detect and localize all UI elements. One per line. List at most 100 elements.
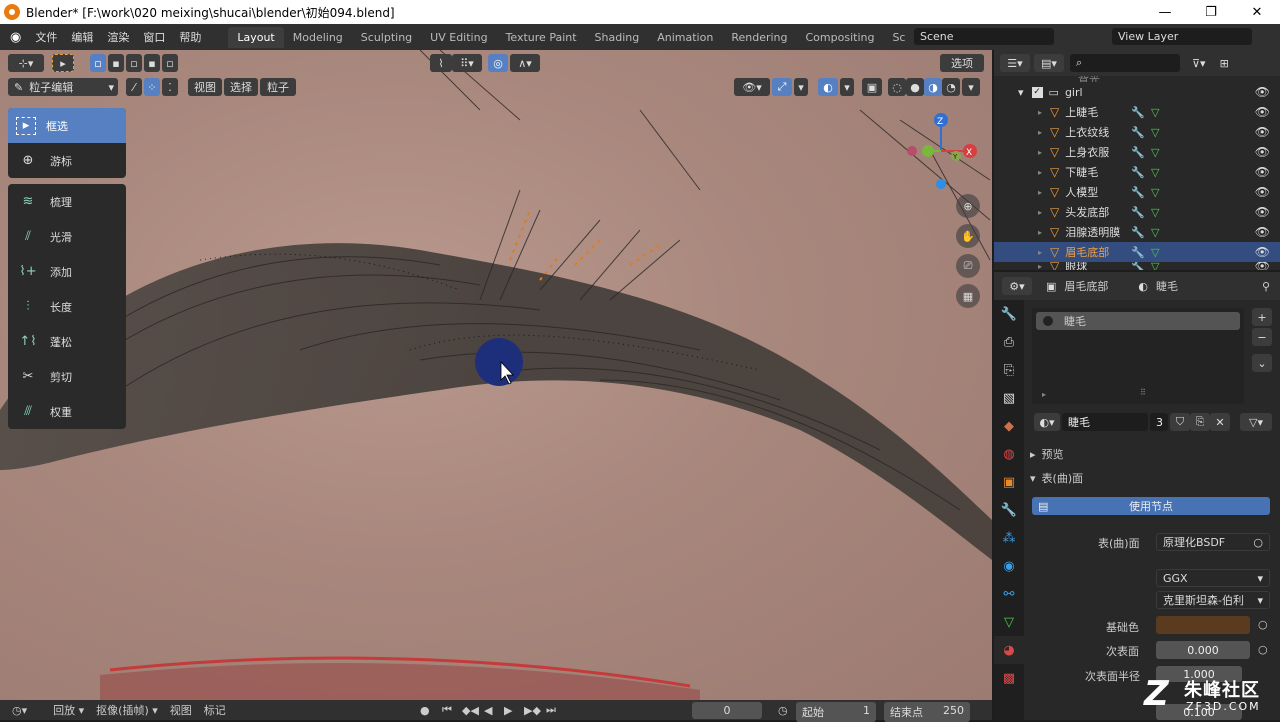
mesh-data-icon[interactable]: ▽: [1151, 246, 1159, 259]
options-dropdown[interactable]: 选项: [940, 54, 984, 72]
eye-icon[interactable]: 👁: [1255, 85, 1270, 99]
object-tab-icon[interactable]: ▣: [994, 468, 1024, 496]
falloff-icon[interactable]: ∧▾: [510, 54, 540, 72]
blender-menu-icon[interactable]: ◉: [0, 30, 28, 45]
tip-select-icon[interactable]: ⁚: [162, 78, 178, 96]
modifier-wrench-icon[interactable]: 🔧: [1131, 166, 1145, 179]
list-expand-icon[interactable]: ▸: [1042, 390, 1046, 399]
menu-edit[interactable]: 编辑: [64, 29, 100, 45]
tool-box-select[interactable]: ▸ 框选: [8, 108, 126, 143]
select-mode-invert-icon[interactable]: ▪: [144, 54, 160, 72]
modifier-wrench-icon[interactable]: 🔧: [1131, 206, 1145, 219]
data-tab-icon[interactable]: ▽: [994, 608, 1024, 636]
expand-arrow-icon[interactable]: ▸: [1038, 228, 1042, 237]
render-tab-icon[interactable]: ⎙: [994, 328, 1024, 356]
particles-tab-icon[interactable]: ⁂: [994, 524, 1024, 552]
tool-cut[interactable]: ✂ 剪切: [8, 359, 126, 394]
texture-tab-icon[interactable]: ▩: [994, 664, 1024, 692]
view-layer-tab-icon[interactable]: ▧: [994, 384, 1024, 412]
fake-user-icon[interactable]: ⛉: [1170, 413, 1190, 431]
end-frame-field[interactable]: 结束点 250: [884, 702, 970, 722]
tab-layout[interactable]: Layout: [228, 26, 284, 48]
outliner-item[interactable]: ▸ ▽ 人模型 🔧 ▽ 👁: [994, 182, 1280, 202]
scene-selector[interactable]: Scene: [914, 28, 1054, 45]
jump-end-icon[interactable]: ⏭: [540, 703, 562, 717]
material-name-field[interactable]: 睫毛: [1062, 413, 1148, 431]
point-select-icon[interactable]: ⁘: [144, 78, 160, 96]
tab-texture-paint[interactable]: Texture Paint: [497, 27, 586, 48]
expand-arrow-icon[interactable]: ▾: [1018, 86, 1024, 99]
select-mode-subtract-icon[interactable]: ▫: [126, 54, 142, 72]
menu-file[interactable]: 文件: [28, 29, 64, 45]
link-socket-icon[interactable]: ○: [1258, 643, 1268, 656]
tab-modeling[interactable]: Modeling: [284, 27, 352, 48]
perspective-toggle-icon[interactable]: ▦: [956, 284, 980, 308]
material-tab-icon[interactable]: ◕: [994, 636, 1024, 664]
play-reverse-icon[interactable]: ◀: [478, 704, 498, 717]
tab-scripting[interactable]: Sc: [883, 27, 914, 48]
menu-view[interactable]: 视图: [188, 78, 222, 96]
tool-comb[interactable]: ≋ 梳理: [8, 184, 126, 219]
distribution-dropdown[interactable]: GGX ▾: [1156, 569, 1270, 587]
tool-smooth[interactable]: ⫽ 光滑: [8, 219, 126, 254]
use-nodes-button[interactable]: ▤ 使用节点: [1032, 497, 1270, 515]
physics-tab-icon[interactable]: ◉: [994, 552, 1024, 580]
outliner-item[interactable]: ▸ ▽ 眼球 🔧 ▽ 👁: [994, 262, 1280, 270]
outliner-item[interactable]: ▸ ▽ 头发底部 🔧 ▽ 👁: [994, 202, 1280, 222]
mesh-data-icon[interactable]: ▽: [1151, 262, 1159, 270]
modifier-wrench-icon[interactable]: 🔧: [1131, 246, 1145, 259]
close-button[interactable]: ✕: [1234, 0, 1280, 24]
expand-arrow-icon[interactable]: ▸: [1038, 128, 1042, 137]
outliner-item[interactable]: ▸ ▽ 上衣纹线 🔧 ▽ 👁: [994, 122, 1280, 142]
outliner-item[interactable]: ▸ ▽ 眉毛底部 🔧 ▽ 👁: [994, 242, 1280, 262]
eye-icon[interactable]: 👁: [1255, 105, 1270, 119]
select-mode-extend-icon[interactable]: ▪: [108, 54, 124, 72]
overlay-toggle-icon[interactable]: ◐: [818, 78, 838, 96]
user-count[interactable]: 3: [1150, 413, 1168, 431]
tool-cursor[interactable]: ⊕ 游标: [8, 143, 126, 178]
surface-section-header[interactable]: ▾ 表(曲)面: [1030, 470, 1083, 486]
play-icon[interactable]: ▶: [498, 704, 518, 717]
shading-solid-icon[interactable]: ●: [906, 78, 924, 96]
jump-start-icon[interactable]: ⏮: [436, 703, 458, 717]
shading-wireframe-icon[interactable]: ◌: [888, 78, 906, 96]
expand-arrow-icon[interactable]: ▸: [1038, 208, 1042, 217]
menu-help[interactable]: 帮助: [172, 29, 208, 45]
mesh-data-icon[interactable]: ▽: [1151, 226, 1159, 239]
outliner-item[interactable]: ▸ ▽ 泪腺透明膜 🔧 ▽ 👁: [994, 222, 1280, 242]
mode-dropdown[interactable]: ✎ 粒子编辑 ▾: [8, 78, 118, 96]
base-color-swatch[interactable]: [1156, 616, 1250, 634]
menu-render[interactable]: 渲染: [100, 29, 136, 45]
clock-icon[interactable]: ◷: [772, 704, 794, 717]
eye-icon[interactable]: 👁: [1255, 185, 1270, 199]
expand-arrow-icon[interactable]: ▸: [1038, 108, 1042, 117]
eye-icon[interactable]: 👁: [1255, 262, 1270, 270]
record-icon[interactable]: ●: [414, 704, 436, 717]
add-slot-button[interactable]: +: [1252, 308, 1272, 326]
output-tab-icon[interactable]: ⎘: [994, 356, 1024, 384]
tool-add[interactable]: ⌇+ 添加: [8, 254, 126, 289]
eye-icon[interactable]: 👁: [1255, 225, 1270, 239]
tool-length[interactable]: ⫶ 长度: [8, 289, 126, 324]
outliner-search-input[interactable]: ⌕: [1070, 54, 1180, 72]
tool-tab-icon[interactable]: 🔧: [994, 300, 1024, 328]
modifier-wrench-icon[interactable]: 🔧: [1131, 106, 1145, 119]
tool-puff[interactable]: ↑⌇ 蓬松: [8, 324, 126, 359]
modifier-wrench-icon[interactable]: 🔧: [1131, 186, 1145, 199]
expand-arrow-icon[interactable]: ▸: [1038, 188, 1042, 197]
unlink-material-icon[interactable]: ✕: [1210, 413, 1230, 431]
scene-tab-icon[interactable]: ◆: [994, 412, 1024, 440]
outliner-editor-icon[interactable]: ☰▾: [1000, 54, 1030, 72]
modifier-tab-icon[interactable]: 🔧: [994, 496, 1024, 524]
outliner-item[interactable]: ▸ ▽ 上身衣服 🔧 ▽ 👁: [994, 142, 1280, 162]
navigation-gizmo[interactable]: Z X Y: [898, 108, 984, 194]
timeline-editor-icon[interactable]: ◷▾: [0, 704, 33, 717]
tab-animation[interactable]: Animation: [648, 27, 722, 48]
link-type-icon[interactable]: ▽▾: [1240, 413, 1272, 431]
tab-shading[interactable]: Shading: [586, 27, 649, 48]
timeline-view-menu[interactable]: 视图: [164, 702, 198, 718]
eye-icon[interactable]: 👁: [1255, 165, 1270, 179]
mesh-data-icon[interactable]: ▽: [1151, 126, 1159, 139]
outliner-item[interactable]: ▸ ▽ 下睫毛 🔧 ▽ 👁: [994, 162, 1280, 182]
select-tool-icon[interactable]: ▸: [52, 54, 74, 72]
